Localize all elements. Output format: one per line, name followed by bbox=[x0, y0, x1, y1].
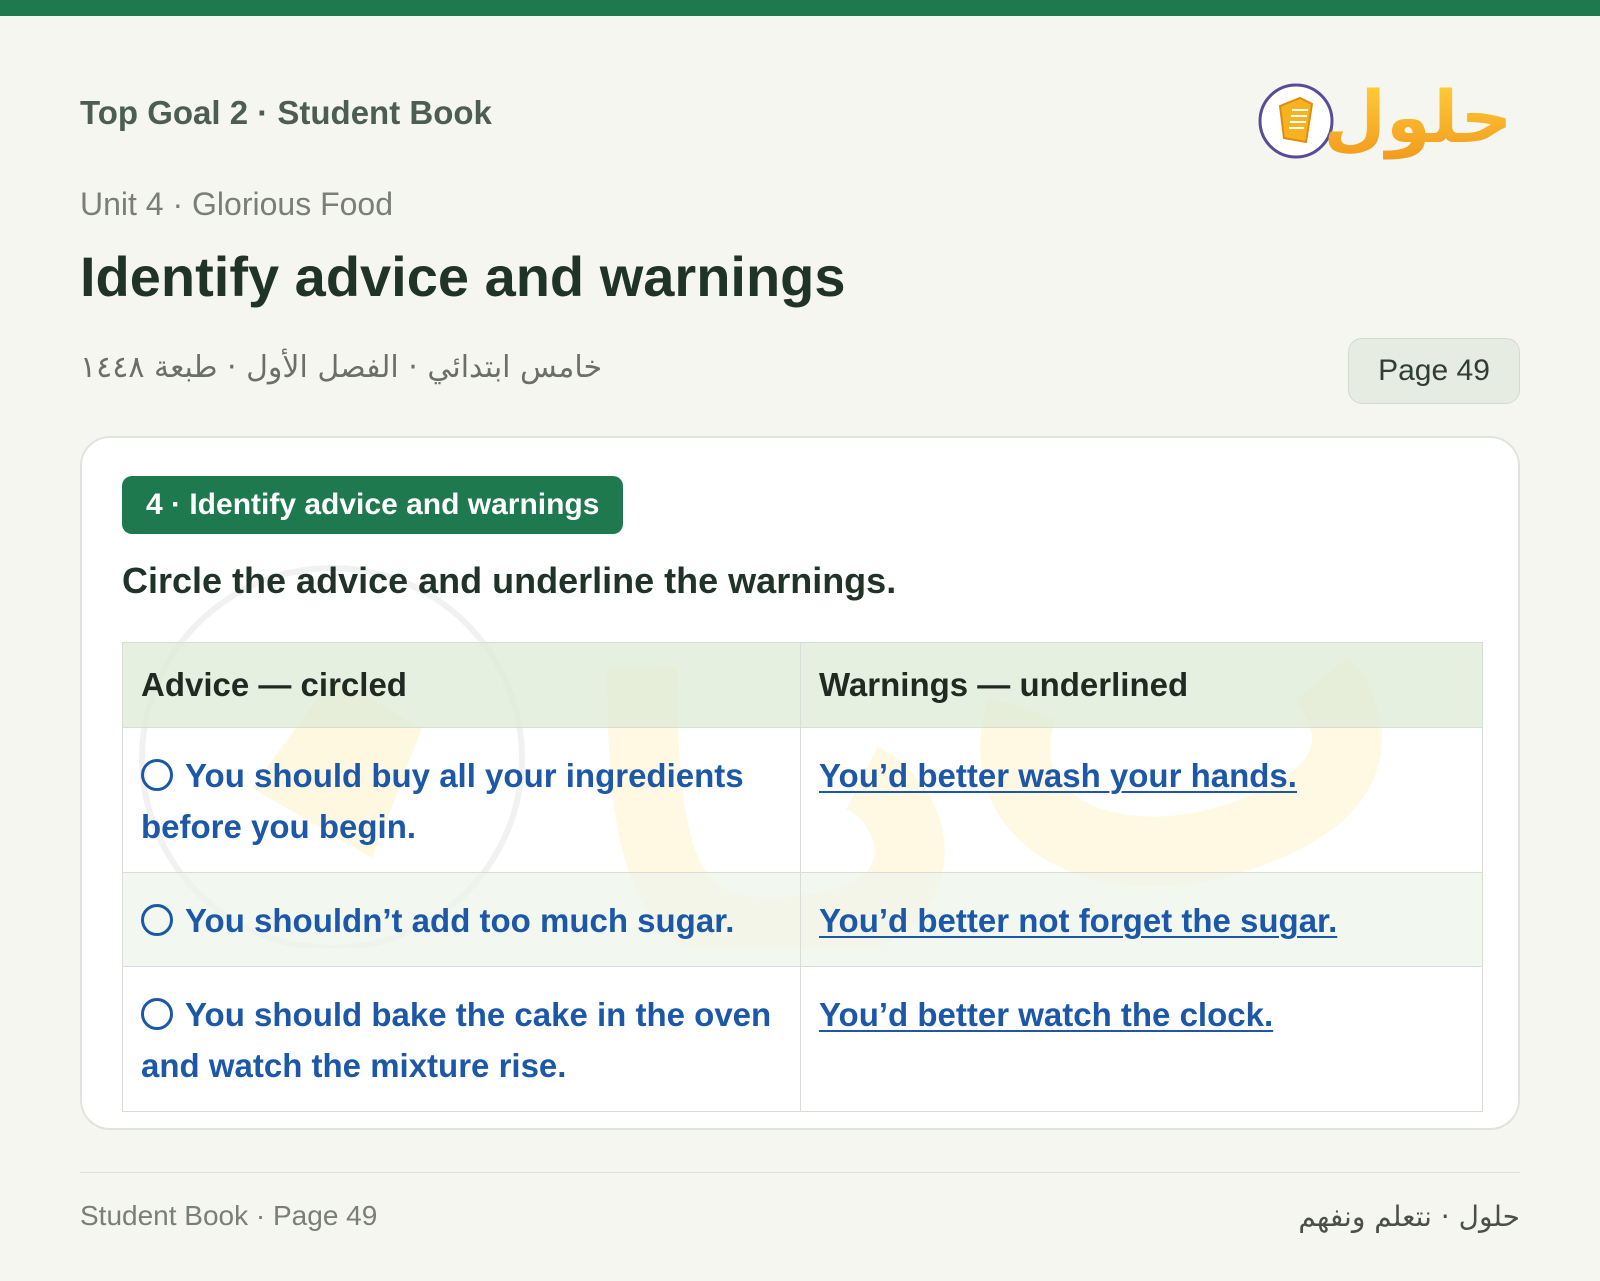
exercise-card: 4 · Identify advice and warnings Circle … bbox=[80, 436, 1520, 1130]
footer-page-info: Student Book · Page 49 bbox=[80, 1200, 378, 1231]
advice-warnings-table: Advice — circled Warnings — underlined Y… bbox=[122, 642, 1483, 1112]
footer-brand-tagline: حلول · نتعلم ونفهم bbox=[1298, 1200, 1520, 1233]
advice-text: You should bake the cake in the oven and… bbox=[141, 996, 772, 1084]
page-title: Identify advice and warnings bbox=[80, 245, 846, 308]
answer-circle-icon bbox=[141, 904, 173, 936]
warning-text: You’d better watch the clock. bbox=[819, 996, 1274, 1033]
arabic-subtitle: خامس ابتدائي · الفصل الأول · طبعة ١٤٤٨ bbox=[80, 350, 603, 385]
unit-label: Unit 4 · Glorious Food bbox=[80, 186, 394, 222]
warning-cell: You’d better watch the clock. bbox=[800, 966, 1483, 1112]
footer-divider bbox=[80, 1172, 1520, 1173]
top-accent-bar bbox=[0, 0, 1600, 16]
exercise-instruction: Circle the advice and underline the warn… bbox=[122, 560, 897, 601]
advice-cell: You shouldn’t add too much sugar. bbox=[122, 872, 801, 967]
page-number-badge: Page 49 bbox=[1348, 338, 1520, 404]
logo-wordmark: حلول bbox=[1324, 75, 1508, 160]
table-header-row: Advice — circled Warnings — underlined bbox=[122, 642, 1483, 728]
column-header-warnings: Warnings — underlined bbox=[800, 642, 1483, 728]
answer-circle-icon bbox=[141, 998, 173, 1030]
advice-text: You should buy all your ingredients befo… bbox=[141, 757, 744, 845]
advice-text: You shouldn’t add too much sugar. bbox=[185, 902, 735, 939]
table-row: You should bake the cake in the oven and… bbox=[122, 966, 1483, 1112]
table-row: You should buy all your ingredients befo… bbox=[122, 727, 1483, 873]
advice-cell: You should buy all your ingredients befo… bbox=[122, 727, 801, 873]
warning-cell: You’d better wash your hands. bbox=[800, 727, 1483, 873]
advice-cell: You should bake the cake in the oven and… bbox=[122, 966, 801, 1112]
column-header-advice: Advice — circled bbox=[122, 642, 801, 728]
warning-cell: You’d better not forget the sugar. bbox=[800, 872, 1483, 967]
answer-circle-icon bbox=[141, 759, 173, 791]
hloul-logo: حلول bbox=[1258, 64, 1512, 170]
warning-text: You’d better wash your hands. bbox=[819, 757, 1297, 794]
warning-text: You’d better not forget the sugar. bbox=[819, 902, 1338, 939]
table-row: You shouldn’t add too much sugar. You’d … bbox=[122, 872, 1483, 967]
exercise-badge: 4 · Identify advice and warnings bbox=[122, 476, 624, 534]
book-title: Top Goal 2 · Student Book bbox=[80, 94, 492, 131]
